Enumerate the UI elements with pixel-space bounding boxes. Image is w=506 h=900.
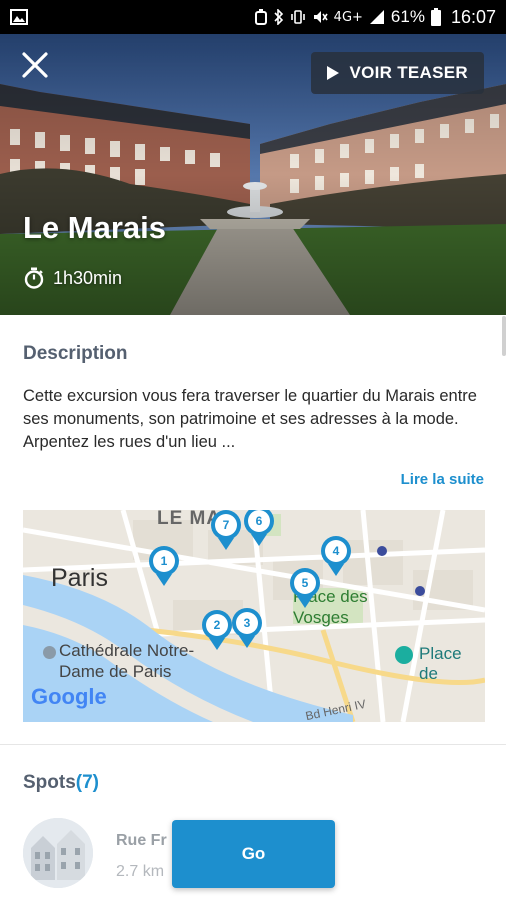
- spots-count: (7): [75, 772, 100, 793]
- spot-thumbnail-image: [23, 818, 93, 888]
- map-label-cathedrale-text: Cathédrale Notre-Dame de Paris: [59, 641, 195, 681]
- map-pin-4[interactable]: 4: [319, 536, 353, 582]
- page-title: Le Marais: [23, 210, 167, 245]
- spots-heading-label: Spots: [23, 772, 76, 793]
- map-pin-3-number: 3: [236, 612, 258, 634]
- battery-icon: [430, 8, 441, 26]
- signal-icon: [369, 10, 384, 24]
- voir-teaser-button[interactable]: VOIR TEASER: [311, 52, 484, 94]
- map-pin-4-number: 4: [325, 540, 347, 562]
- map-pin-1[interactable]: 1: [147, 546, 181, 592]
- map-pin-2-number: 2: [206, 614, 228, 636]
- map-label-place-de-text: Place de: [419, 644, 462, 683]
- network-type: 4G+: [333, 9, 363, 25]
- google-logo-text: Google: [31, 684, 107, 709]
- close-icon[interactable]: [20, 50, 50, 80]
- spot-distance: 2.7 km: [116, 863, 165, 880]
- mute-icon: [313, 11, 328, 23]
- duration-label: 1h30min: [53, 267, 123, 288]
- go-button[interactable]: Go: [172, 820, 335, 888]
- section-divider: [0, 744, 506, 745]
- status-bar: 4G+ 61% 16:07: [0, 0, 506, 34]
- map-pin-6-number: 6: [248, 510, 270, 532]
- map-pin-7[interactable]: 7: [209, 510, 243, 556]
- bluetooth-icon: [274, 9, 283, 25]
- metro-icon-1: [377, 546, 387, 556]
- hero-header: VOIR TEASER Le Marais 1h30min: [0, 34, 506, 315]
- map-label-place-de: Place de: [395, 644, 485, 684]
- spots-heading: Spots(7): [23, 772, 99, 794]
- spot-name: Rue Fr: [116, 832, 167, 849]
- map-pin-7-number: 7: [215, 514, 237, 536]
- voir-teaser-label: VOIR TEASER: [349, 63, 468, 82]
- tour-map[interactable]: LE MA Paris Place des Vosges Cathédrale …: [23, 510, 485, 722]
- map-pin-5[interactable]: 5: [288, 568, 322, 614]
- map-poi-icon: [395, 646, 413, 664]
- map-cathedral-pin-icon: [43, 646, 56, 659]
- duration: 1h30min: [23, 267, 122, 289]
- vibrate-icon: [290, 10, 305, 24]
- alarm-icon: [254, 9, 267, 25]
- clock: 16:07: [450, 6, 496, 27]
- map-label-paris: Paris: [51, 564, 108, 592]
- spot-thumbnail: [23, 818, 93, 888]
- map-pin-6[interactable]: 6: [242, 510, 276, 552]
- play-icon: [327, 66, 340, 80]
- metro-icon-2: [415, 586, 425, 596]
- status-bar-right: 4G+ 61% 16:07: [254, 7, 496, 28]
- image-icon: [10, 9, 28, 25]
- stopwatch-icon: [24, 267, 44, 289]
- scrollbar[interactable]: [502, 316, 506, 356]
- map-pin-1-number: 1: [153, 550, 175, 572]
- description-text: Cette excursion vous fera traverser le q…: [23, 387, 477, 451]
- description-heading: Description: [23, 343, 128, 364]
- map-pin-2[interactable]: 2: [200, 610, 234, 656]
- map-pin-5-number: 5: [294, 572, 316, 594]
- battery-percent: 61%: [390, 7, 425, 26]
- read-more-link[interactable]: Lire la suite: [401, 471, 484, 488]
- map-pin-3[interactable]: 3: [230, 608, 264, 654]
- status-bar-left: [10, 9, 28, 25]
- google-logo: Google: [31, 684, 107, 710]
